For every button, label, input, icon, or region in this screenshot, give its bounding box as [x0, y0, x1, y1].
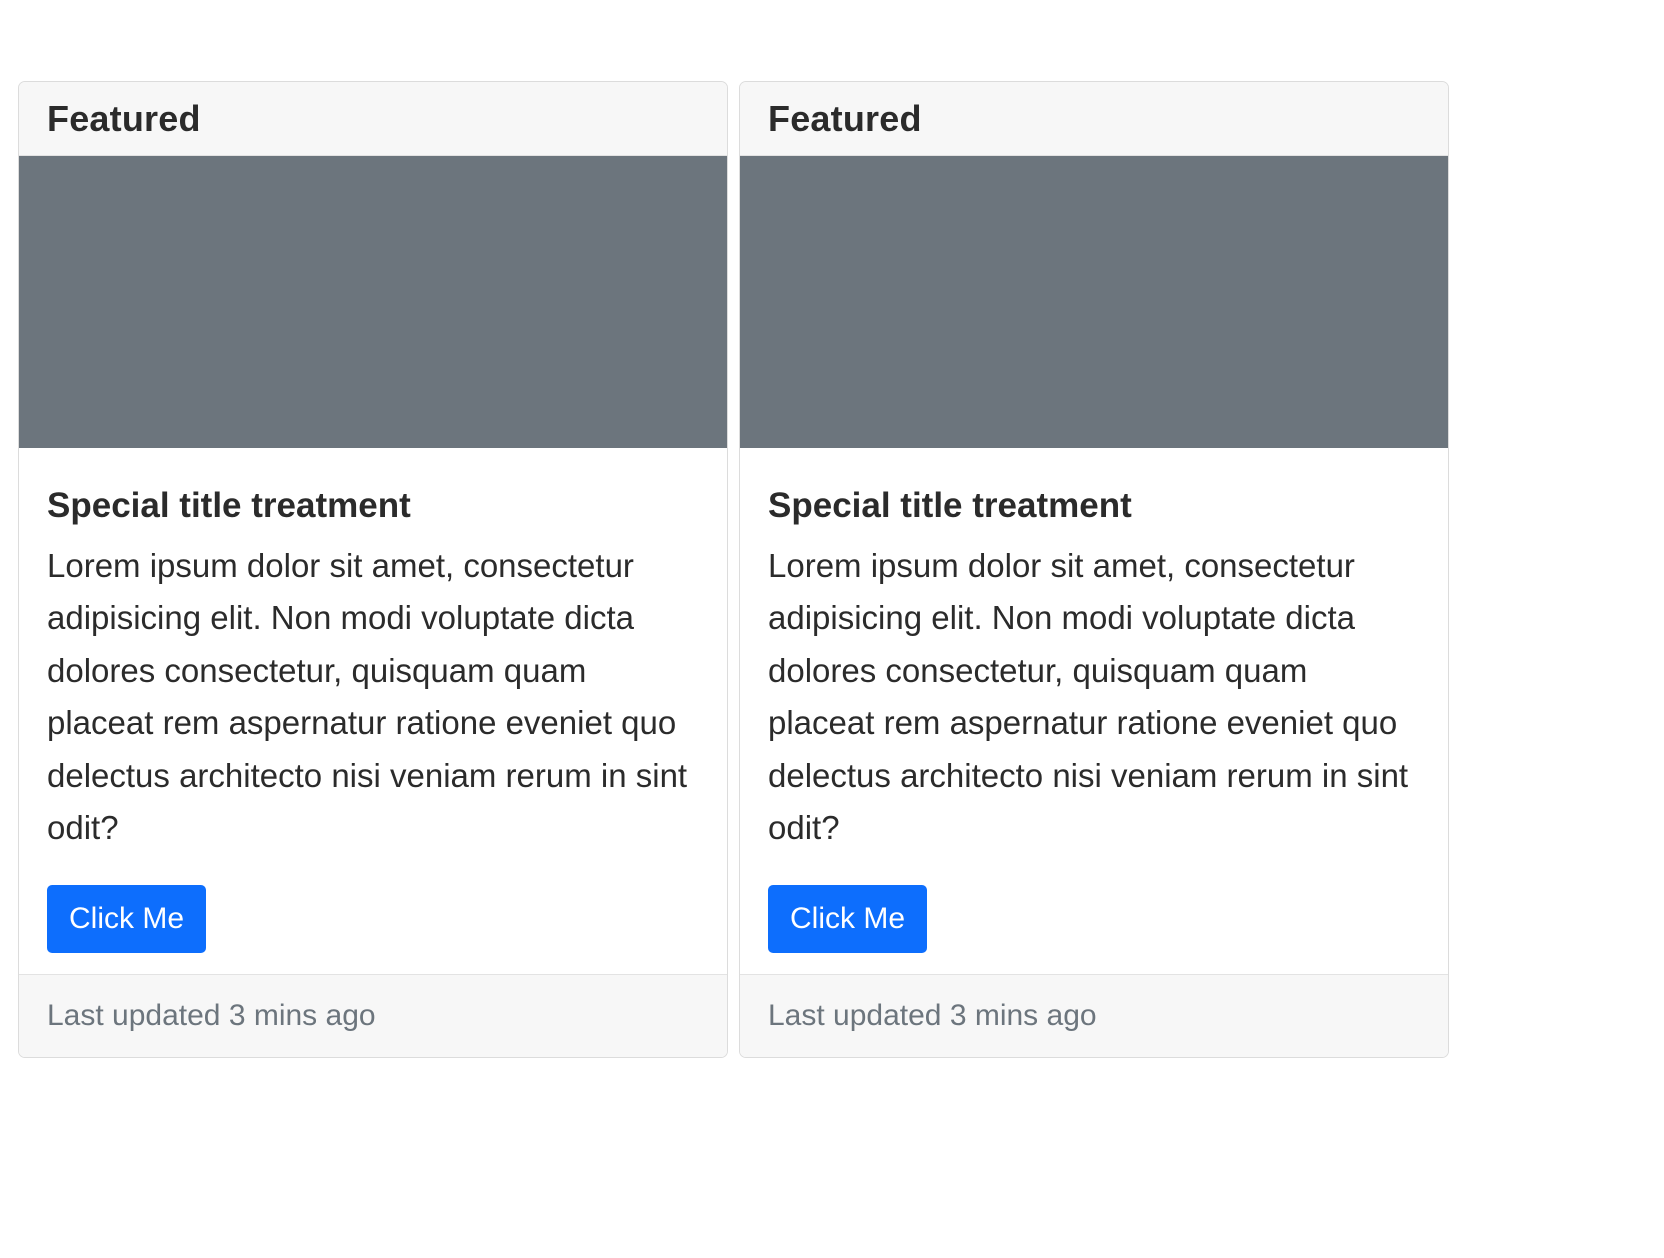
card-footer: Last updated 3 mins ago [740, 974, 1448, 1057]
card-image-placeholder [740, 156, 1448, 448]
card-title: Special title treatment [47, 486, 411, 525]
card-header: Featured [740, 82, 1448, 156]
card-body: Special title treatment Lorem ipsum dolo… [740, 448, 1448, 974]
card-header: Featured [19, 82, 727, 156]
click-me-button[interactable]: Click Me [768, 884, 928, 953]
card-image-placeholder [19, 156, 727, 448]
click-me-button[interactable]: Click Me [47, 884, 207, 953]
card-body: Special title treatment Lorem ipsum dolo… [19, 448, 727, 974]
card-title: Special title treatment [768, 486, 1132, 525]
card: Featured Special title treatment Lorem i… [18, 81, 728, 1058]
card-text: Lorem ipsum dolor sit amet, consectetur … [768, 546, 1409, 847]
card: Featured Special title treatment Lorem i… [739, 81, 1449, 1058]
card-text: Lorem ipsum dolor sit amet, consectetur … [47, 546, 688, 847]
page: Featured Special title treatment Lorem i… [0, 0, 1664, 1258]
card-footer: Last updated 3 mins ago [19, 974, 727, 1057]
card-group: Featured Special title treatment Lorem i… [18, 81, 1449, 1058]
